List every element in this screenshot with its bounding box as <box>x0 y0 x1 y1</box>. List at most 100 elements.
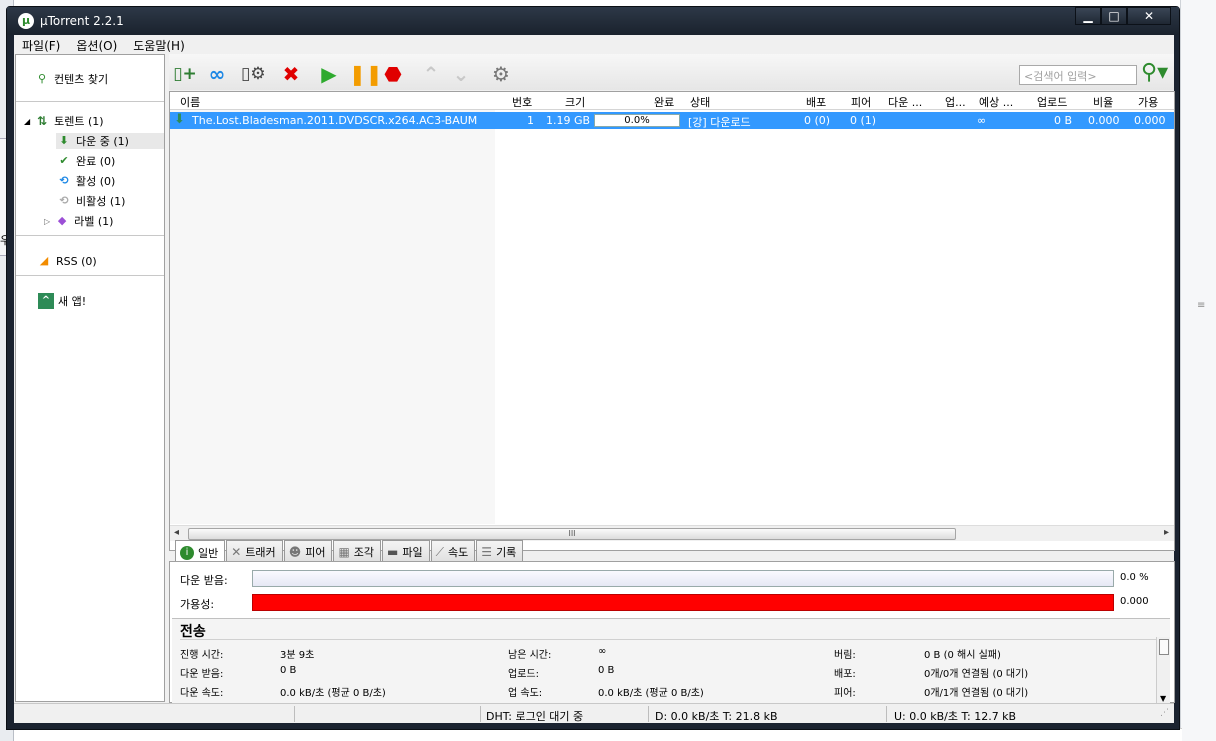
col-done[interactable]: 완료 <box>654 94 674 110</box>
sidebar-item-rss[interactable]: ◢ RSS (0) <box>36 253 97 269</box>
uploaded-value: 0 B <box>598 665 615 676</box>
col-uploaded[interactable]: 업로드 <box>1037 94 1067 110</box>
col-eta[interactable]: 예상 ... <box>979 94 1013 110</box>
tab-label: 일반 <box>198 546 219 560</box>
preferences-gear-icon[interactable]: ⚙ <box>489 62 513 86</box>
dht-status: DHT: 로그인 대기 중 <box>486 710 584 723</box>
availability-bar <box>252 594 1114 611</box>
close-button[interactable]: ✕ <box>1127 7 1171 25</box>
pieces-icon: ▦ <box>338 545 350 559</box>
sidebar-item-label: RSS (0) <box>56 254 97 268</box>
tab-log[interactable]: ☰ 기록 <box>476 540 524 561</box>
column-header: 이름 번호 크기 완료 상태 배포 피어 다운 ... 업... 예상 ... … <box>170 92 1174 110</box>
add-url-icon[interactable]: ∞ <box>205 62 229 86</box>
search-input[interactable]: <검색어 입력> <box>1019 65 1137 85</box>
download-total: D: 0.0 kB/초 T: 21.8 kB <box>655 710 778 723</box>
search-button-icon[interactable]: ⚲▾ <box>1141 60 1171 86</box>
active-arrows-icon: ⟲ <box>59 174 69 187</box>
folder-icon: ▬ <box>387 545 399 559</box>
menu-options[interactable]: 옵션(O) <box>68 35 125 53</box>
scroll-thumb[interactable] <box>1159 639 1169 655</box>
col-name[interactable]: 이름 <box>180 94 200 110</box>
expand-arrow-icon: ▷ <box>44 216 51 226</box>
maximize-button[interactable]: □ <box>1101 7 1127 25</box>
scroll-down-icon[interactable]: ▼ <box>1160 694 1166 703</box>
sidebar-item-label: 새 앱! <box>58 295 87 308</box>
tab-label: 피어 <box>305 546 326 559</box>
sidebar-item-label: 활성 (0) <box>76 175 116 188</box>
scroll-right-icon[interactable]: ▸ <box>1164 527 1169 538</box>
sidebar-item-new-app[interactable]: ^ 새 앱! <box>38 293 86 309</box>
col-status[interactable]: 상태 <box>690 94 710 110</box>
sidebar-item-active[interactable]: ⟲ 활성 (0) <box>56 173 115 189</box>
col-seeds[interactable]: 배포 <box>806 94 826 110</box>
uploaded-label: 업로드: <box>508 669 539 680</box>
sidebar-item-label: 라벨 (1) <box>74 215 114 228</box>
col-down-speed[interactable]: 다운 ... <box>888 94 922 110</box>
tab-peers[interactable]: ☻ 피어 <box>283 540 333 561</box>
downloaded-label: 다운 받음: <box>180 574 228 587</box>
remove-icon[interactable]: ✖ <box>279 62 303 86</box>
status-divider <box>294 706 295 722</box>
sidebar-find-content[interactable]: ⚲ 컨텐츠 찾기 <box>34 71 108 87</box>
col-availability[interactable]: 가용 <box>1138 94 1158 110</box>
vertical-scrollbar[interactable]: ▼ <box>1156 637 1170 703</box>
tab-speed[interactable]: ⟋ 속도 <box>430 540 476 561</box>
col-ratio[interactable]: 비율 <box>1093 94 1113 110</box>
pause-icon[interactable]: ❚❚ <box>349 62 383 86</box>
upload-speed-label: 업 속도: <box>508 688 543 699</box>
status-divider <box>648 706 649 722</box>
section-divider <box>180 639 1160 640</box>
sidebar-divider <box>16 101 164 102</box>
col-number[interactable]: 번호 <box>512 94 532 110</box>
downloaded-value: 0 B <box>280 665 297 676</box>
sidebar-item-torrents[interactable]: ◢ ⇅ 토렌트 (1) <box>24 113 104 129</box>
utorrent-logo-icon: µ <box>18 13 34 29</box>
stop-icon[interactable]: ⬣ <box>381 62 405 86</box>
log-lines-icon: ☰ <box>481 545 493 559</box>
background-window-right: ≡ <box>1180 0 1216 741</box>
sidebar-divider <box>16 275 164 276</box>
status-divider <box>886 706 887 722</box>
start-icon[interactable]: ▶ <box>317 62 341 86</box>
window-title: µTorrent 2.2.1 <box>40 14 124 28</box>
move-up-icon[interactable]: ⌃ <box>419 62 443 86</box>
sidebar-item-labels[interactable]: ▷ ◆ 라벨 (1) <box>44 213 113 229</box>
add-torrent-icon[interactable]: ▯+ <box>173 62 197 86</box>
download-arrow-icon: ⬇ <box>174 112 185 127</box>
menu-file[interactable]: 파일(F) <box>14 35 68 53</box>
sidebar-item-downloading[interactable]: ⬇ 다운 중 (1) <box>56 133 164 149</box>
download-speed-label: 다운 속도: <box>180 688 224 699</box>
sidebar-item-label: 토렌트 (1) <box>54 115 104 128</box>
horizontal-scrollbar[interactable]: ◂ III ▸ <box>170 525 1174 541</box>
resize-grip-icon[interactable]: ⋰ <box>1160 708 1169 718</box>
col-size[interactable]: 크기 <box>565 94 585 110</box>
detail-tabs: i 일반 ✕ 트래커 ☻ 피어 ▦ 조각 ▬ 파일 ⟋ 속도 ☰ 기록 <box>175 540 524 562</box>
col-peers[interactable]: 피어 <box>851 94 871 110</box>
move-down-icon[interactable]: ⌄ <box>449 62 473 86</box>
apps-icon: ^ <box>38 293 54 309</box>
menu-help[interactable]: 도움말(H) <box>125 35 193 53</box>
inactive-arrows-icon: ⟲ <box>59 194 69 207</box>
utorrent-window: µ µTorrent 2.2.1 ▁ □ ✕ 파일(F) 옵션(O) 도움말(H… <box>6 6 1180 730</box>
sidebar-divider <box>16 235 164 236</box>
download-arrow-icon: ⬇ <box>59 134 69 147</box>
peers-label: 피어: <box>834 688 856 699</box>
scroll-thumb[interactable]: III <box>188 528 956 540</box>
table-row[interactable]: ⬇ The.Lost.Bladesman.2011.DVDSCR.x264.AC… <box>170 112 1174 129</box>
tab-label: 속도 <box>448 546 469 559</box>
col-up-speed[interactable]: 업... <box>945 94 966 110</box>
sidebar-item-inactive[interactable]: ⟲ 비활성 (1) <box>56 193 125 209</box>
create-torrent-icon[interactable]: ▯⚙ <box>241 62 266 86</box>
title-bar[interactable]: µ µTorrent 2.2.1 ▁ □ ✕ <box>7 7 1179 35</box>
availability-label: 가용성: <box>180 598 215 611</box>
tab-trackers[interactable]: ✕ 트래커 <box>226 540 283 561</box>
sidebar-item-label: 완료 (0) <box>76 155 116 168</box>
tab-general[interactable]: i 일반 <box>175 540 226 562</box>
tab-pieces[interactable]: ▦ 조각 <box>333 540 382 561</box>
minimize-button[interactable]: ▁ <box>1075 7 1101 25</box>
tab-files[interactable]: ▬ 파일 <box>382 540 430 561</box>
sidebar-item-completed[interactable]: ✔ 완료 (0) <box>56 153 115 169</box>
scroll-left-icon[interactable]: ◂ <box>174 527 179 538</box>
availability-value: 0.000 <box>1120 596 1149 607</box>
